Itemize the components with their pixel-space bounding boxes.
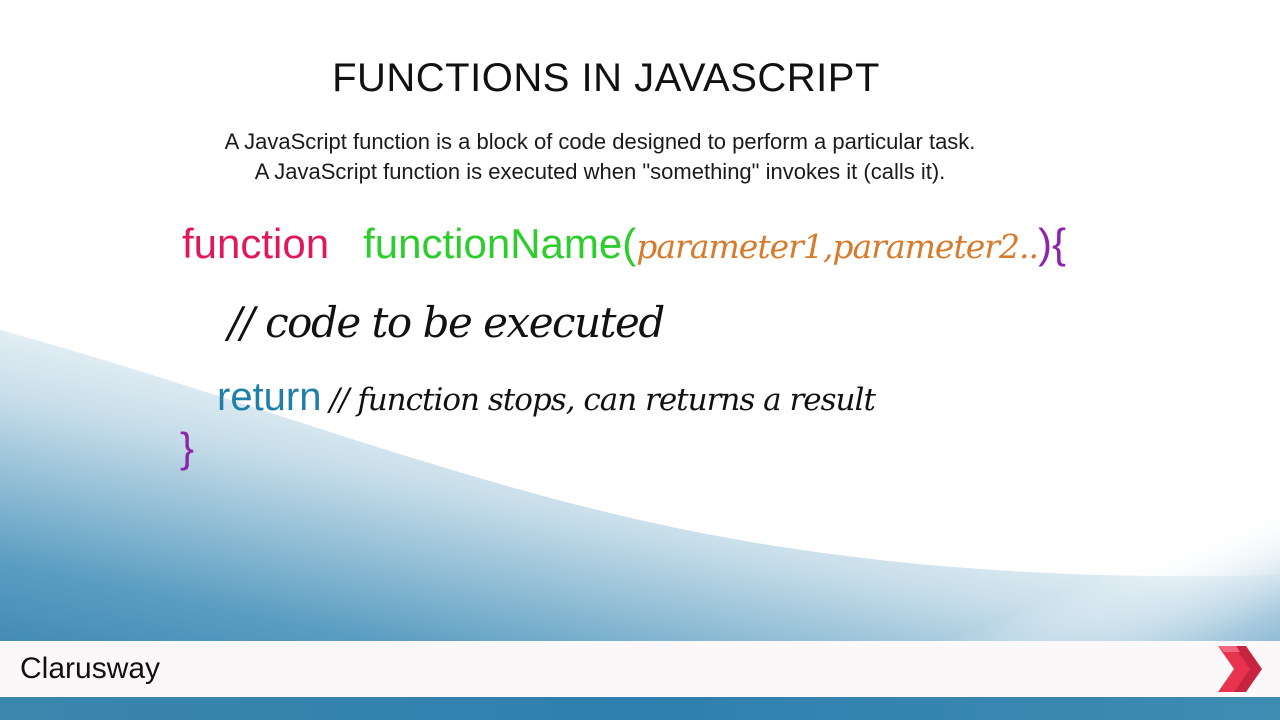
function-keyword: function <box>182 220 330 267</box>
body-comment: // code to be executed <box>228 298 665 347</box>
return-comment: // function stops, can returns a result <box>329 382 876 418</box>
function-parameters: parameter1,parameter2.. <box>636 227 1039 266</box>
return-line: return// function stops, can returns a r… <box>217 375 876 420</box>
slide-title: FUNCTIONS IN JAVASCRIPT <box>332 56 880 100</box>
return-keyword: return <box>217 375 322 419</box>
open-paren: ( <box>622 220 637 267</box>
function-name: functionName <box>363 220 623 267</box>
description-line-2: A JavaScript function is executed when "… <box>254 159 946 184</box>
function-signature-line: function functionName(parameter1,paramete… <box>182 218 1066 273</box>
clarusway-chevron-logo-icon <box>1218 646 1262 692</box>
slide-description: A JavaScript function is a block of code… <box>0 127 1200 187</box>
footer-brand: Clarusway <box>20 652 161 685</box>
slide: FUNCTIONS IN JAVASCRIPT A JavaScript fun… <box>0 0 1280 720</box>
open-brace: { <box>1051 220 1067 267</box>
bottom-strip <box>0 697 1280 720</box>
footer-bar <box>0 641 1280 697</box>
background-wave <box>0 330 1280 720</box>
close-paren: ) <box>1037 220 1052 267</box>
close-brace: } <box>180 424 195 471</box>
description-line-1: A JavaScript function is a block of code… <box>224 129 976 154</box>
